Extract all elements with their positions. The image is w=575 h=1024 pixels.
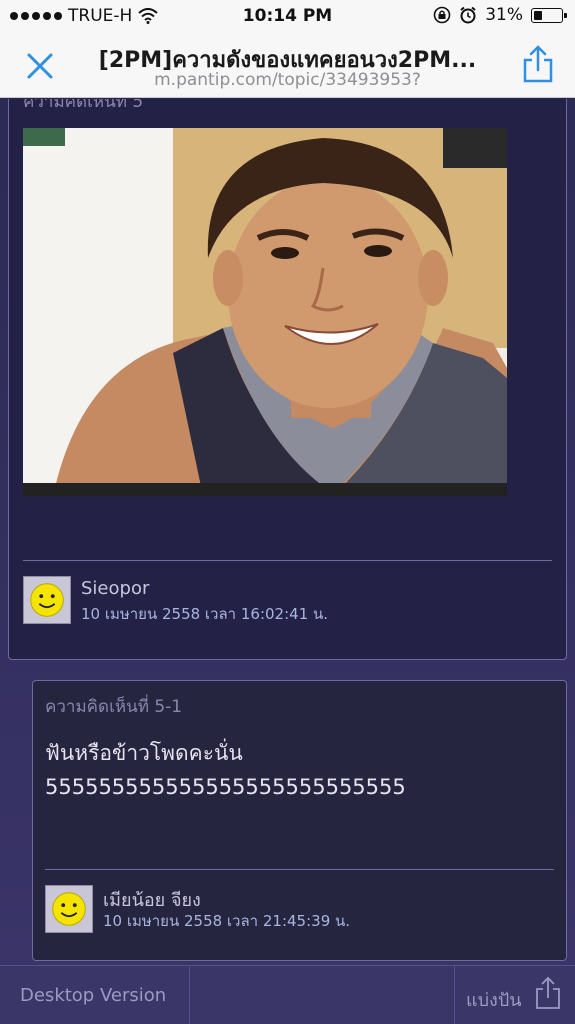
reply-divider — [45, 869, 554, 870]
bottom-toolbar: Desktop Version แบ่งปัน — [0, 965, 575, 1024]
reply-card: ความคิดเห็นที่ 5-1 ฟันหรือข้าวโพดคะนั่น … — [32, 680, 567, 961]
share-button[interactable]: แบ่งปัน — [455, 966, 575, 1024]
desktop-version-button[interactable]: Desktop Version — [0, 966, 190, 1024]
page-content[interactable]: ความคิดเห็นที่ 5 Sieopor 10 เมษายน 2558 … — [0, 99, 575, 965]
comment-date: 10 เมษายน 2558 เวลา 16:02:41 น. — [81, 605, 329, 623]
reply-heading: ความคิดเห็นที่ 5-1 — [45, 697, 183, 717]
battery-percent: 31% — [485, 5, 523, 25]
comment-card: ความคิดเห็นที่ 5 Sieopor 10 เมษายน 2558 … — [8, 99, 567, 660]
reply-text-line-1: ฟันหรือข้าวโพดคะนั่น — [45, 741, 243, 765]
comment-divider — [23, 560, 552, 561]
share-icon — [536, 976, 560, 1009]
alarm-icon — [460, 6, 476, 24]
close-icon[interactable] — [22, 48, 58, 84]
reply-text-line-2: 555555555555555555555555555 — [45, 775, 406, 799]
status-bar: TRUE-H 10:14 PM 31% — [0, 0, 575, 34]
smiley-icon[interactable] — [45, 885, 93, 933]
reply-date: 10 เมษายน 2558 เวลา 21:45:39 น. — [103, 912, 351, 930]
lock-rotation-icon — [433, 6, 451, 24]
share-label: แบ่งปัน — [466, 990, 522, 1011]
toolbar-spacer — [190, 966, 455, 1024]
comment-author[interactable]: Sieopor — [81, 578, 149, 599]
comment-photo[interactable] — [23, 128, 507, 496]
desktop-version-label: Desktop Version — [20, 985, 167, 1006]
comment-heading: ความคิดเห็นที่ 5 — [23, 99, 144, 112]
status-right: 31% — [433, 5, 567, 25]
battery-icon — [531, 7, 567, 23]
page-url[interactable]: m.pantip.com/topic/33493953? — [84, 70, 491, 90]
battery-fill — [534, 10, 543, 20]
browser-header: [2PM]ความดังของแทคยอนวง2PM... m.pantip.c… — [0, 34, 575, 98]
smiley-icon[interactable] — [23, 576, 71, 624]
share-icon[interactable] — [521, 44, 555, 84]
